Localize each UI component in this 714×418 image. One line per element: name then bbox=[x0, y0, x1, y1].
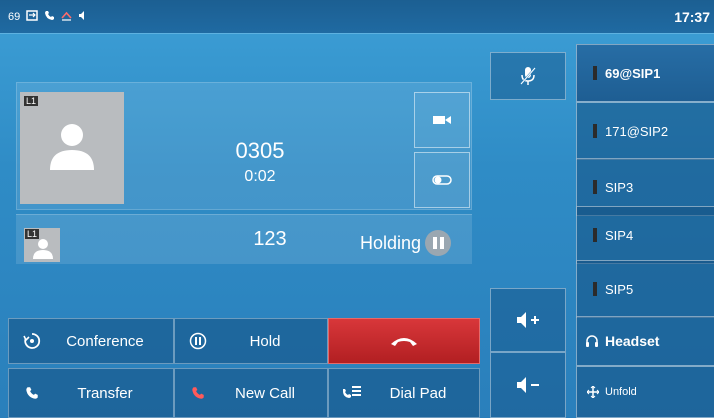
swap-button[interactable] bbox=[414, 152, 470, 208]
line-key-4[interactable]: SIP4 bbox=[576, 206, 714, 264]
call-duration: 0:02 bbox=[244, 168, 276, 185]
conference-button[interactable]: Conference bbox=[8, 318, 174, 364]
status-icons: 69 bbox=[8, 10, 88, 24]
transfer-label: Transfer bbox=[77, 384, 133, 402]
volume-down-button[interactable] bbox=[490, 352, 566, 418]
unfold-icon bbox=[587, 386, 599, 398]
line-key-label: SIP5 bbox=[605, 281, 634, 297]
headset-icon bbox=[585, 334, 599, 348]
held-call-avatar: L1 bbox=[24, 228, 60, 262]
video-camera-icon bbox=[433, 116, 451, 124]
line-status-indicator bbox=[593, 66, 597, 80]
phone-icon bbox=[44, 10, 55, 24]
video-button[interactable] bbox=[414, 92, 470, 148]
microphone-muted-icon bbox=[520, 67, 536, 85]
hold-label: Hold bbox=[249, 332, 281, 350]
phone-icon bbox=[21, 386, 43, 400]
volume-icon bbox=[78, 10, 88, 24]
unfold-button[interactable]: Unfold bbox=[576, 366, 714, 418]
held-call-status: Holding bbox=[360, 230, 452, 256]
holding-label: Holding bbox=[360, 232, 422, 253]
pause-icon bbox=[425, 230, 452, 256]
hold-icon bbox=[187, 332, 209, 350]
line-key-5[interactable]: SIP5 bbox=[576, 260, 714, 318]
dial-pad-icon bbox=[341, 385, 363, 401]
dial-pad-label: Dial Pad bbox=[389, 384, 447, 402]
new-call-button[interactable]: New Call bbox=[174, 368, 328, 418]
line-count: 69 bbox=[8, 11, 21, 23]
line-status-indicator bbox=[593, 124, 597, 138]
line-status-indicator bbox=[593, 228, 597, 242]
toggle-icon bbox=[432, 175, 452, 185]
volume-up-button[interactable] bbox=[490, 288, 566, 352]
held-call-number: 123 bbox=[253, 228, 287, 250]
line-key-label: 171@SIP2 bbox=[605, 123, 669, 139]
line-key-label: SIP4 bbox=[605, 227, 634, 243]
line-key-1[interactable]: 69@SIP1 bbox=[576, 44, 714, 102]
line-key-label: 69@SIP1 bbox=[605, 65, 661, 81]
line-tag: L1 bbox=[24, 96, 39, 106]
new-call-label: New Call bbox=[234, 384, 295, 402]
mute-button[interactable] bbox=[490, 52, 566, 100]
active-call-avatar: L1 bbox=[20, 92, 124, 204]
hold-button[interactable]: Hold bbox=[174, 318, 328, 364]
headset-label: Headset bbox=[605, 333, 660, 349]
conference-label: Conference bbox=[66, 332, 144, 350]
contact-icon bbox=[33, 239, 53, 259]
call-number: 0305 bbox=[235, 138, 285, 163]
volume-down-icon bbox=[517, 377, 539, 393]
line-key-2[interactable]: 171@SIP2 bbox=[576, 102, 714, 160]
line-status-indicator bbox=[593, 282, 597, 296]
call-forward-icon bbox=[26, 10, 38, 24]
dial-pad-button[interactable]: Dial Pad bbox=[328, 368, 480, 418]
transfer-button[interactable]: Transfer bbox=[8, 368, 174, 418]
contact-icon bbox=[50, 124, 94, 170]
hang-up-icon bbox=[391, 338, 417, 346]
volume-up-icon bbox=[517, 312, 539, 328]
line-key-label: SIP3 bbox=[605, 179, 634, 195]
conference-icon bbox=[21, 332, 43, 350]
status-bar: 69 17:37 bbox=[0, 0, 714, 34]
clock: 17:37 bbox=[674, 9, 710, 25]
end-call-button[interactable] bbox=[328, 318, 480, 364]
unfold-label: Unfold bbox=[605, 386, 637, 398]
headset-button[interactable]: Headset bbox=[576, 316, 714, 366]
line-status-indicator bbox=[593, 180, 597, 194]
missed-call-icon bbox=[61, 10, 72, 24]
new-call-icon bbox=[187, 386, 209, 400]
